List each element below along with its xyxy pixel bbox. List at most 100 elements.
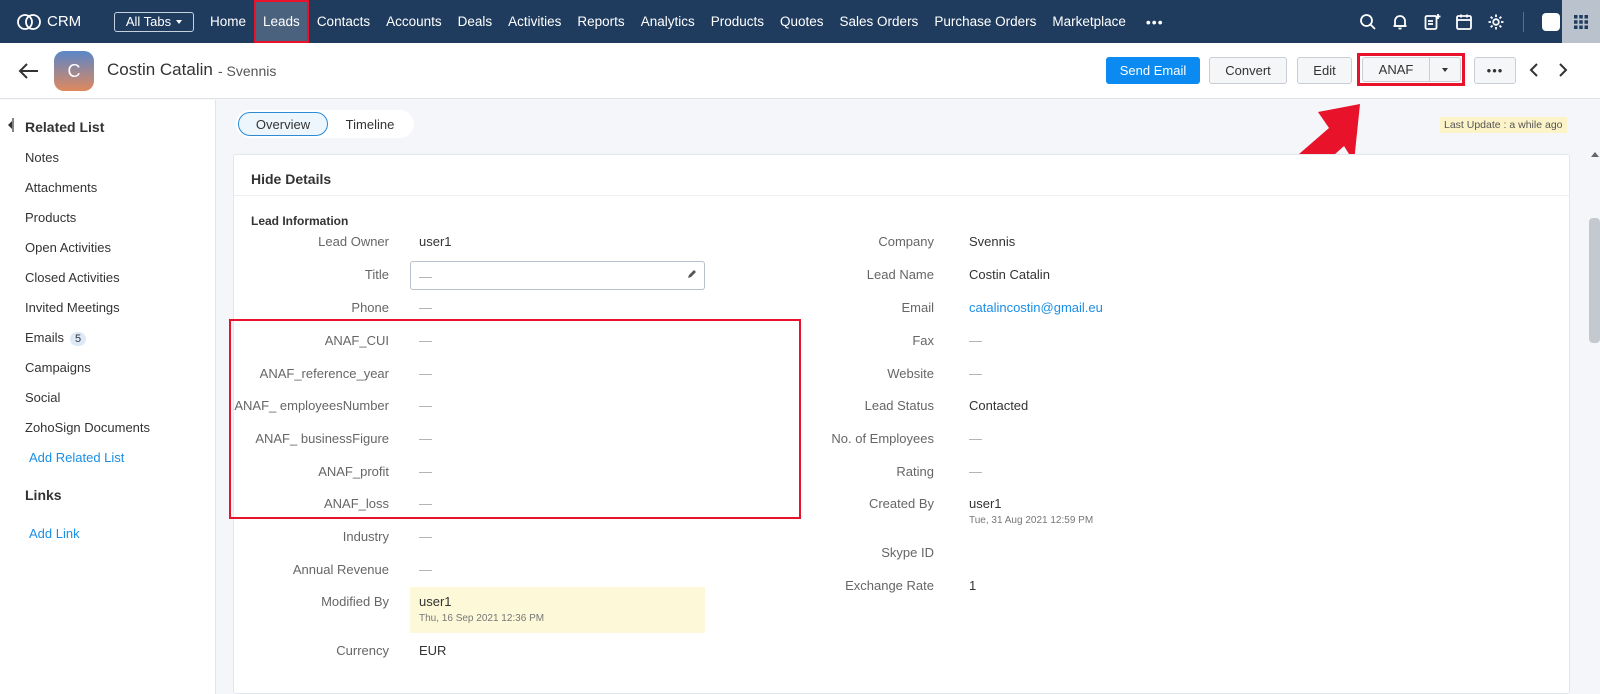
title-field[interactable]: — <box>410 261 705 290</box>
sidebar-item-notes[interactable]: Notes <box>25 150 59 165</box>
annual-revenue-value[interactable]: — <box>419 562 432 577</box>
all-tabs-dropdown[interactable]: All Tabs <box>114 11 194 32</box>
field-label: Exchange Rate <box>845 578 934 593</box>
tab-products[interactable]: Products <box>703 0 772 43</box>
field-label: ANAF_reference_year <box>259 366 389 381</box>
crm-logo[interactable]: CRM <box>16 12 98 32</box>
modified-by-value[interactable]: user1 <box>419 594 452 609</box>
previous-record-button[interactable] <box>1529 63 1539 80</box>
tab-contacts[interactable]: Contacts <box>309 0 378 43</box>
field-label: Skype ID <box>881 545 934 560</box>
modified-by-box <box>410 587 705 633</box>
record-company: - Svennis <box>218 63 277 79</box>
tab-deals[interactable]: Deals <box>450 0 501 43</box>
sidebar-item-campaigns[interactable]: Campaigns <box>25 360 91 375</box>
field-label: ANAF_ businessFigure <box>255 431 389 446</box>
next-record-button[interactable] <box>1558 63 1568 80</box>
user-profile-icon[interactable] <box>1542 12 1560 31</box>
anaf-profit-value[interactable]: — <box>419 464 432 479</box>
anaf-loss-value[interactable]: — <box>419 496 432 511</box>
sidebar-item-zohosign-documents[interactable]: ZohoSign Documents <box>25 420 150 435</box>
field-label: Lead Name <box>866 267 934 282</box>
edit-button[interactable]: Edit <box>1297 57 1352 84</box>
tab-purchase-orders[interactable]: Purchase Orders <box>926 0 1044 43</box>
created-by-value[interactable]: user1 <box>969 496 1002 511</box>
field-label: Industry <box>342 529 389 544</box>
tab-reports[interactable]: Reports <box>569 0 632 43</box>
lead-status-value[interactable]: Contacted <box>969 398 1028 413</box>
apps-grid-button[interactable] <box>1562 0 1600 43</box>
collapse-sidebar-icon[interactable] <box>6 118 14 132</box>
field-label: ANAF_profit <box>318 464 389 479</box>
modified-by-timestamp: Thu, 16 Sep 2021 12:36 PM <box>419 613 545 624</box>
bell-icon[interactable] <box>1391 13 1409 31</box>
sidebar-item-emails[interactable]: Emails 5 <box>25 330 87 346</box>
tab-timeline[interactable]: Timeline <box>328 112 412 136</box>
search-icon[interactable] <box>1359 13 1377 31</box>
pencil-icon[interactable] <box>686 268 698 280</box>
field-label: Modified By <box>321 594 389 609</box>
fax-value[interactable]: — <box>969 333 982 348</box>
sidebar-item-open-activities[interactable]: Open Activities <box>25 240 111 255</box>
anaf-cui-value[interactable]: — <box>419 333 432 348</box>
gear-icon[interactable] <box>1487 13 1505 31</box>
tab-activities[interactable]: Activities <box>500 0 569 43</box>
related-list-title: Related List <box>25 119 105 135</box>
crm-logo-icon <box>17 13 41 30</box>
sidebar-item-label: Emails <box>25 330 65 345</box>
tab-sales-orders[interactable]: Sales Orders <box>832 0 927 43</box>
no-of-employees-value[interactable]: — <box>969 431 982 446</box>
lead-owner-value[interactable]: user1 <box>419 234 452 249</box>
anaf-button[interactable]: ANAF <box>1362 57 1430 82</box>
anaf-dropdown-button[interactable] <box>1430 57 1461 82</box>
add-note-icon[interactable] <box>1423 13 1441 31</box>
company-value[interactable]: Svennis <box>969 234 1015 249</box>
send-email-button[interactable]: Send Email <box>1106 57 1200 84</box>
tab-marketplace[interactable]: Marketplace <box>1044 0 1134 43</box>
chevron-right-icon <box>1559 63 1568 77</box>
convert-button[interactable]: Convert <box>1209 57 1287 84</box>
calendar-icon[interactable] <box>1455 13 1473 31</box>
scroll-up-icon[interactable] <box>1591 152 1599 157</box>
website-value[interactable]: — <box>969 366 982 381</box>
scrollbar[interactable] <box>1582 148 1600 694</box>
scroll-thumb[interactable] <box>1589 218 1600 343</box>
back-button[interactable] <box>18 63 40 82</box>
field-label: ANAF_ employeesNumber <box>234 398 389 413</box>
tab-overview[interactable]: Overview <box>238 112 328 136</box>
email-link[interactable]: catalincostin@gmail.eu <box>969 300 1103 315</box>
tab-accounts[interactable]: Accounts <box>378 0 450 43</box>
tab-analytics[interactable]: Analytics <box>633 0 703 43</box>
record-header: C Costin Catalin - Svennis Send Email Co… <box>0 43 1600 99</box>
anaf-reference-year-value[interactable]: — <box>419 366 432 381</box>
exchange-rate-value[interactable]: 1 <box>969 578 976 593</box>
related-list-sidebar: Related List Notes Attachments Products … <box>0 100 216 694</box>
lead-name-value[interactable]: Costin Catalin <box>969 267 1050 282</box>
hide-details-toggle[interactable]: Hide Details <box>251 171 331 187</box>
phone-value[interactable]: — <box>419 300 432 315</box>
add-related-list-link[interactable]: Add Related List <box>29 450 124 465</box>
section-title: Lead Information <box>251 214 349 228</box>
chevron-left-icon <box>1529 63 1538 77</box>
tab-quotes[interactable]: Quotes <box>772 0 832 43</box>
title-value: — <box>419 269 432 284</box>
more-tabs-icon[interactable]: ••• <box>1146 14 1164 30</box>
anaf-employees-number-value[interactable]: — <box>419 398 432 413</box>
sidebar-item-attachments[interactable]: Attachments <box>25 180 97 195</box>
module-tabs: Home Leads Contacts Accounts Deals Activ… <box>202 0 1164 43</box>
currency-value[interactable]: EUR <box>419 643 446 658</box>
add-link-link[interactable]: Add Link <box>29 526 80 541</box>
sidebar-item-closed-activities[interactable]: Closed Activities <box>25 270 120 285</box>
avatar[interactable]: C <box>54 51 94 91</box>
field-label: Rating <box>896 464 934 479</box>
more-actions-button[interactable]: ••• <box>1474 57 1516 84</box>
sidebar-item-invited-meetings[interactable]: Invited Meetings <box>25 300 120 315</box>
tab-home[interactable]: Home <box>202 0 254 43</box>
rating-value[interactable]: — <box>969 464 982 479</box>
anaf-business-figure-value[interactable]: — <box>419 431 432 446</box>
sidebar-item-products[interactable]: Products <box>25 210 76 225</box>
industry-value[interactable]: — <box>419 529 432 544</box>
sidebar-item-social[interactable]: Social <box>25 390 60 405</box>
chevron-down-icon <box>1442 67 1448 72</box>
tab-leads[interactable]: Leads <box>254 0 309 43</box>
